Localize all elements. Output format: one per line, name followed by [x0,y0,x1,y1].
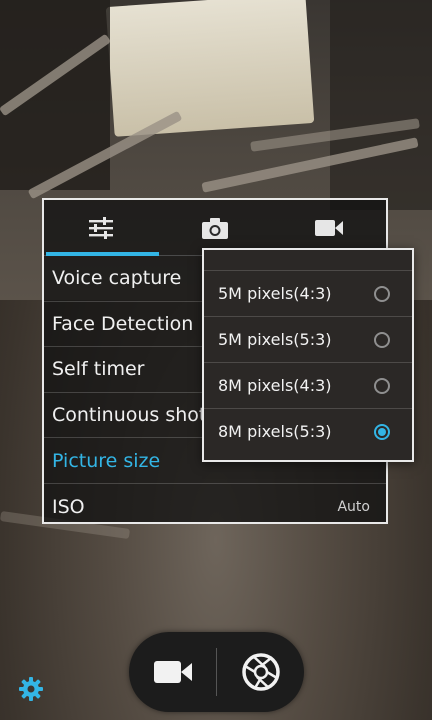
video-camera-icon [153,661,192,683]
gear-icon [19,677,43,701]
video-icon [315,220,343,236]
shutter-button[interactable] [217,632,304,712]
option-label: 8M pixels(5:3) [218,422,332,441]
setting-label: Self timer [52,358,145,381]
setting-row-iso[interactable]: ISO Auto [44,484,386,530]
setting-label: Voice capture [52,267,182,290]
picture-size-option[interactable]: 5M pixels(4:3) [204,270,412,316]
option-label: 5M pixels(5:3) [218,330,332,349]
radio-button[interactable] [374,331,390,348]
viewfinder-shadow [330,0,432,210]
capture-controls [129,632,304,712]
setting-label: ISO [52,495,85,518]
popup-header-space [204,250,412,270]
radio-button[interactable] [374,285,390,302]
setting-label: Continuous shot [52,404,207,427]
radio-button-checked[interactable] [374,423,390,440]
viewfinder-object [105,0,315,137]
settings-gear-button[interactable] [18,676,44,702]
picture-size-option[interactable]: 5M pixels(5:3) [204,316,412,362]
radio-button[interactable] [374,377,390,394]
setting-label: Picture size [52,449,161,472]
setting-value: Auto [337,498,370,515]
option-label: 8M pixels(4:3) [218,376,332,395]
picture-size-option[interactable]: 8M pixels(5:3) [204,408,412,454]
option-label: 5M pixels(4:3) [218,284,332,303]
setting-label: Face Detection [52,312,194,335]
picture-size-popup: 5M pixels(4:3) 5M pixels(5:3) 8M pixels(… [202,248,414,462]
picture-size-option[interactable]: 8M pixels(4:3) [204,362,412,408]
video-mode-button[interactable] [129,632,216,712]
tab-general-settings[interactable] [44,200,158,256]
shutter-icon [241,653,280,691]
sliders-icon [89,217,113,239]
camera-icon [202,218,228,239]
